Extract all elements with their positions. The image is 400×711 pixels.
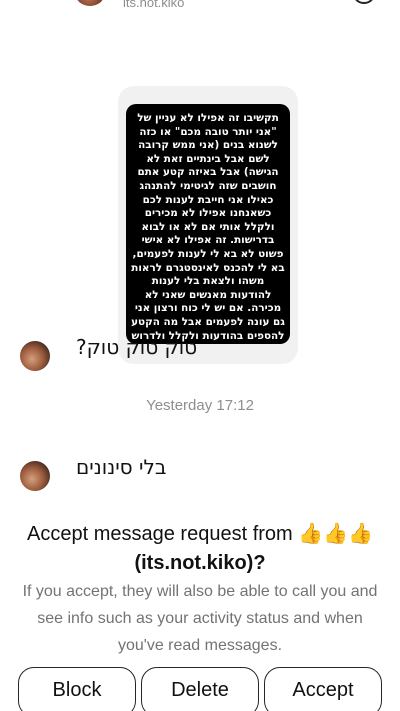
story-reply-card[interactable]: תקשיבו זה אפילו לא עניין של "אני יותר טו… [118, 86, 298, 364]
message-text: טוק טוק טוק? [76, 335, 198, 359]
message-avatar[interactable] [20, 461, 50, 491]
sender-avatar[interactable] [76, 0, 104, 6]
message-avatar[interactable] [20, 341, 50, 371]
timestamp: Yesterday 17:12 [146, 397, 254, 414]
block-button[interactable]: Block [18, 667, 136, 711]
message-text: בלי סינונים [76, 455, 167, 479]
story-text: תקשיבו זה אפילו לא עניין של "אני יותר טו… [126, 104, 290, 344]
delete-button[interactable]: Delete [141, 667, 259, 711]
request-description: If you accept, they will also be able to… [22, 583, 378, 654]
thumbs-up-emoji-icon: 👍👍👍 [298, 521, 373, 545]
accept-button[interactable]: Accept [264, 667, 382, 711]
request-title-text: Accept message request from [27, 523, 293, 545]
sender-username[interactable]: its.not.kiko [123, 0, 184, 10]
info-icon[interactable] [354, 0, 374, 4]
request-username: (its.not.kiko)? [134, 552, 266, 574]
request-title: Accept message request from 👍👍👍 [10, 518, 390, 549]
